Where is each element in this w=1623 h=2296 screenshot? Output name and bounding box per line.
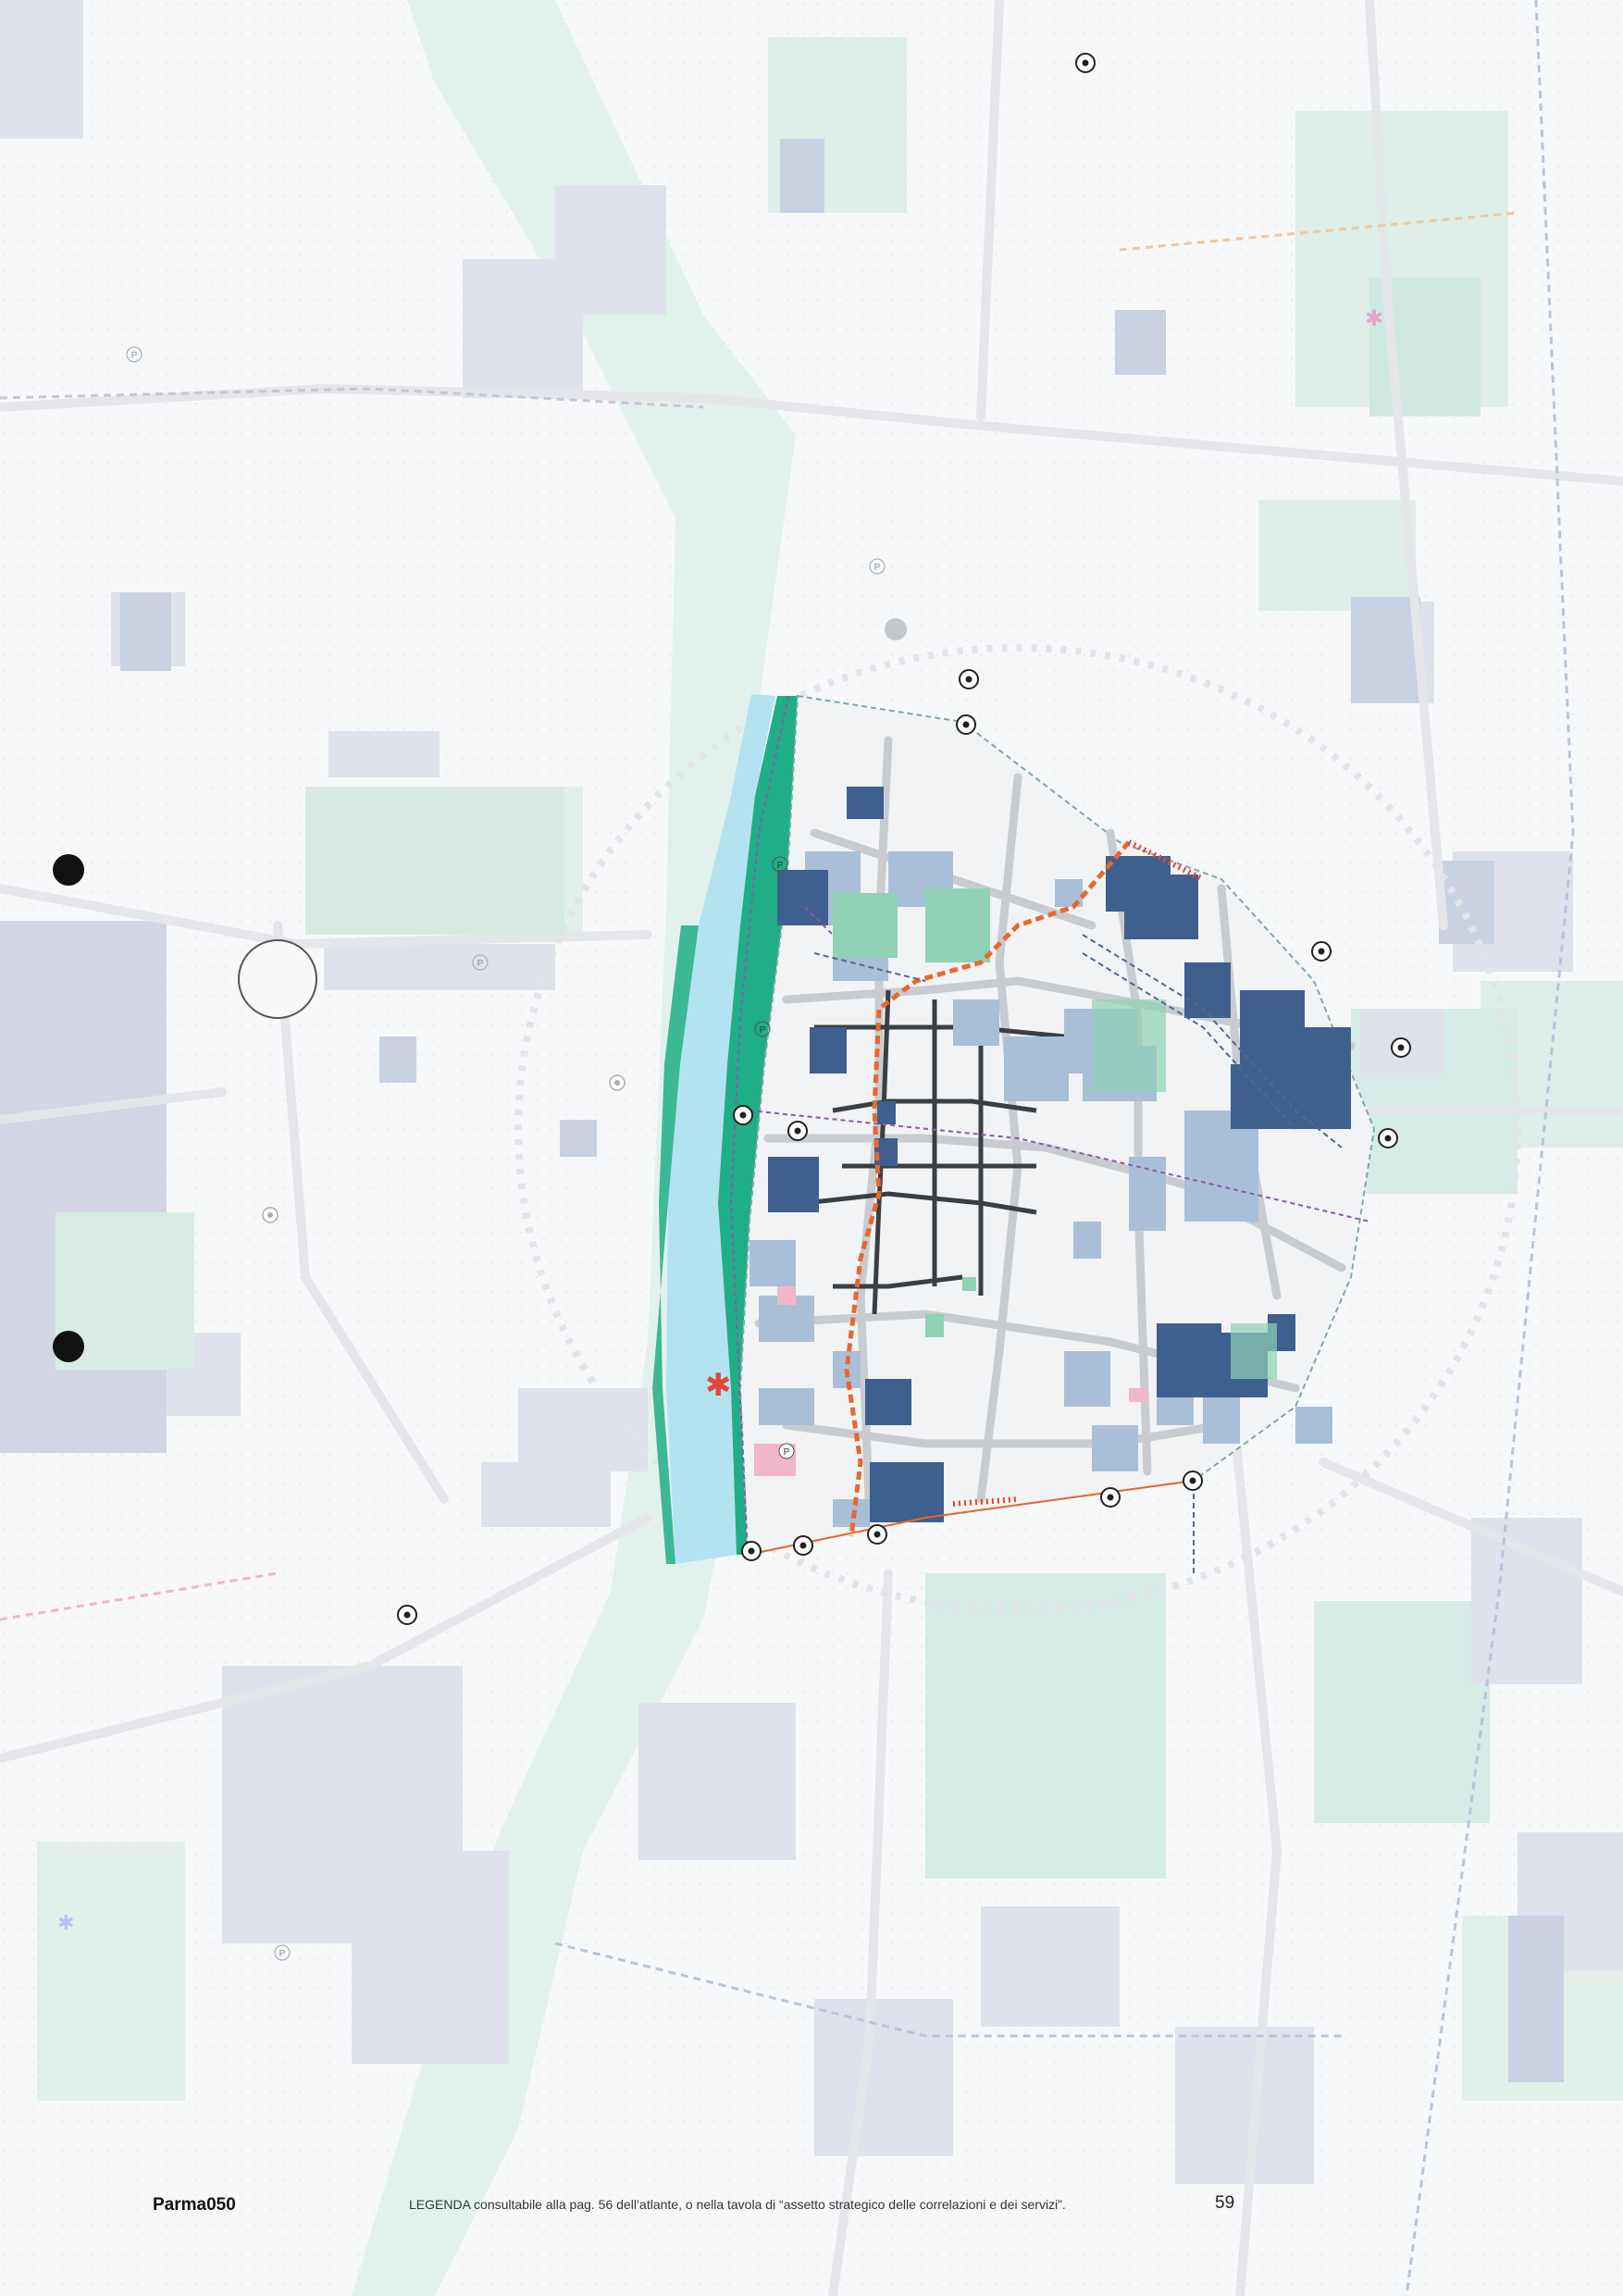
svg-text:P: P — [874, 563, 881, 573]
svg-text:P: P — [784, 1447, 790, 1458]
transit-stop-icon[interactable] — [867, 1524, 887, 1545]
star-marker-icon-north: ✱ — [1365, 305, 1383, 331]
svg-text:P: P — [760, 1025, 766, 1036]
svg-text:P: P — [477, 959, 484, 969]
legend-note: LEGENDA consultabile alla pag. 56 dell’a… — [409, 2197, 1066, 2212]
transit-stop-icon[interactable] — [1311, 941, 1332, 962]
transit-stop-icon[interactable] — [741, 1541, 762, 1561]
transit-stop-icon[interactable] — [1183, 1471, 1203, 1491]
transit-stop-icon[interactable] — [262, 1207, 279, 1223]
large-dot-icon — [53, 854, 84, 886]
parking-icon: P — [778, 1443, 795, 1459]
west-industrial-area — [0, 921, 167, 1453]
transit-stop-icon[interactable] — [959, 669, 979, 689]
roundabout-icon — [238, 939, 317, 1019]
ducal-park — [305, 787, 564, 935]
transit-stop-icon[interactable] — [793, 1535, 813, 1556]
city-map[interactable]: ✱ ✱ ✱ P P P P P P P — [0, 0, 1623, 2296]
transit-stop-icon[interactable] — [1100, 1487, 1121, 1508]
transit-stop-icon[interactable] — [956, 714, 976, 735]
transit-stop-icon[interactable] — [609, 1074, 626, 1091]
brand-label: Parma050 — [153, 2195, 236, 2215]
grey-marker — [885, 618, 907, 640]
transit-stop-icon[interactable] — [1075, 53, 1096, 73]
transit-stop-icon[interactable] — [733, 1105, 753, 1125]
svg-text:P: P — [131, 351, 138, 361]
star-marker-icon-west: ✱ — [57, 1912, 74, 1935]
transit-stop-icon[interactable] — [1391, 1037, 1411, 1058]
page-number: 59 — [1215, 2193, 1235, 2213]
transit-stop-icon[interactable] — [787, 1121, 808, 1141]
transit-stop-icon[interactable] — [397, 1605, 417, 1625]
transit-stop-icon[interactable] — [1378, 1128, 1398, 1148]
svg-text:P: P — [279, 1949, 286, 1959]
svg-text:P: P — [777, 861, 784, 871]
large-dot-icon — [53, 1331, 84, 1362]
star-marker-icon: ✱ — [705, 1367, 732, 1404]
